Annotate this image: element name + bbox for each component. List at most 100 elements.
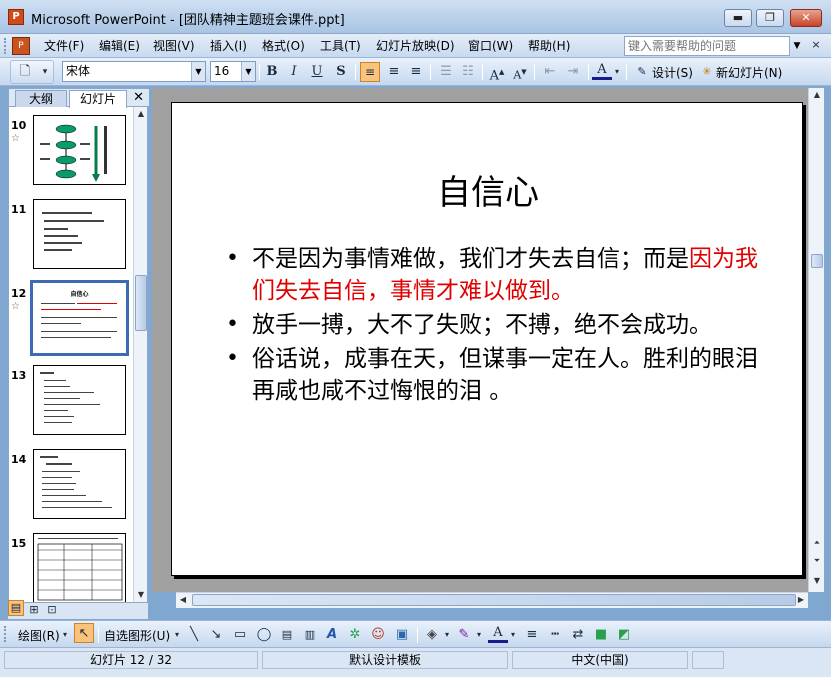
draw-menu-button[interactable]: 绘图(R): [18, 627, 60, 644]
arrow-style-icon[interactable]: ⇄: [568, 625, 588, 645]
toolbar-grip[interactable]: [4, 626, 8, 642]
wordart-icon[interactable]: A: [322, 625, 342, 645]
textbox-icon[interactable]: ▤: [277, 625, 297, 645]
menu-window[interactable]: 窗口(W): [466, 37, 515, 55]
previous-slide-icon[interactable]: ⏶: [810, 536, 824, 550]
select-pointer-icon[interactable]: ↖: [74, 623, 94, 643]
arrow-icon[interactable]: ↘: [206, 625, 226, 645]
font-color-icon[interactable]: A: [592, 62, 612, 80]
slide-body[interactable]: • 不是因为事情难做，我们才失去自信；而是因为我们失去自信，事情才难以做到。 •…: [224, 243, 764, 409]
normal-view-icon[interactable]: ▤: [8, 600, 24, 616]
align-right-icon[interactable]: ≡: [406, 62, 426, 82]
align-left-icon[interactable]: ≡: [360, 62, 380, 82]
increase-font-icon[interactable]: A▲: [487, 62, 507, 83]
rectangle-icon[interactable]: ▭: [230, 625, 250, 645]
fill-color-icon[interactable]: ◈: [422, 625, 442, 645]
chevron-down-icon[interactable]: ▼: [790, 37, 804, 55]
menu-view[interactable]: 视图(V): [151, 37, 197, 55]
slide-thumbnail-10[interactable]: [33, 115, 126, 185]
tab-slides[interactable]: 幻灯片: [69, 90, 127, 108]
picture-icon[interactable]: ▣: [392, 625, 412, 645]
maximize-button[interactable]: ❐: [756, 9, 784, 27]
menu-slideshow[interactable]: 幻灯片放映(D): [374, 37, 457, 55]
bullets-icon[interactable]: ☷: [458, 62, 478, 82]
menu-insert[interactable]: 插入(I): [208, 37, 249, 55]
scroll-right-icon[interactable]: ▶: [794, 593, 808, 607]
new-document-icon[interactable]: 🗋: [15, 62, 35, 82]
close-button[interactable]: ✕: [790, 9, 822, 27]
italic-button[interactable]: I: [284, 62, 304, 82]
line-style-icon[interactable]: ≡: [522, 625, 542, 645]
increase-indent-icon[interactable]: ⇥: [563, 62, 583, 82]
slide-thumbnail-11[interactable]: [33, 199, 126, 269]
shadow-style-icon[interactable]: ■: [591, 625, 611, 645]
numbering-icon[interactable]: ☰: [436, 62, 456, 82]
align-center-icon[interactable]: ≡: [384, 62, 404, 82]
slide-thumbnail-13[interactable]: [33, 365, 126, 435]
scroll-up-icon[interactable]: ▲: [810, 88, 824, 102]
menu-edit[interactable]: 编辑(E): [97, 37, 142, 55]
font-name-select[interactable]: 宋体 ▼: [62, 61, 206, 82]
underline-button[interactable]: U: [307, 62, 327, 82]
autoshapes-button[interactable]: 自选图形(U): [104, 627, 170, 644]
powerpoint-icon[interactable]: P: [8, 9, 24, 25]
clipart-icon[interactable]: ☺: [368, 625, 388, 645]
new-slide-button[interactable]: 新幻灯片(N): [716, 64, 782, 81]
slide-vertical-scrollbar[interactable]: ▲ ⏶ ⏷ ▼: [808, 88, 824, 592]
chevron-down-icon[interactable]: ▾: [172, 625, 182, 645]
chevron-down-icon[interactable]: ▾: [35, 62, 55, 82]
decrease-indent-icon[interactable]: ⇤: [540, 62, 560, 82]
thumbnail-scrollbar[interactable]: ▲ ▼: [133, 107, 147, 602]
shadow-button[interactable]: S: [331, 62, 351, 82]
document-icon[interactable]: P: [12, 37, 30, 55]
new-slide-icon[interactable]: ✳: [697, 62, 717, 82]
scroll-down-icon[interactable]: ▼: [810, 574, 824, 588]
font-size-select[interactable]: 16 ▼: [210, 61, 256, 82]
minimize-button[interactable]: ▬: [724, 9, 752, 27]
chevron-down-icon[interactable]: ▾: [474, 625, 484, 645]
close-icon[interactable]: ✕: [133, 89, 144, 106]
menu-format[interactable]: 格式(O): [260, 37, 307, 55]
scroll-thumb[interactable]: [135, 275, 147, 331]
design-button[interactable]: 设计(S): [652, 64, 693, 81]
slide-thumbnail-15[interactable]: [33, 533, 126, 602]
font-color-icon[interactable]: A: [488, 625, 508, 643]
scroll-thumb[interactable]: [811, 254, 823, 268]
next-slide-icon[interactable]: ⏷: [810, 554, 824, 568]
menu-tools[interactable]: 工具(T): [318, 37, 363, 55]
line-color-icon[interactable]: ✎: [454, 625, 474, 645]
scroll-up-icon[interactable]: ▲: [134, 107, 148, 121]
scroll-left-icon[interactable]: ◀: [176, 593, 190, 607]
slide-horizontal-scrollbar[interactable]: ◀ ▶: [176, 592, 808, 608]
vertical-textbox-icon[interactable]: ▥: [300, 625, 320, 645]
menu-help[interactable]: 帮助(H): [526, 37, 572, 55]
chevron-down-icon[interactable]: ▾: [508, 625, 518, 645]
chevron-down-icon[interactable]: ▾: [442, 625, 452, 645]
diagram-icon[interactable]: ✲: [345, 625, 365, 645]
slide-title[interactable]: 自信心: [172, 165, 804, 214]
chevron-down-icon[interactable]: ▾: [60, 625, 70, 645]
chevron-down-icon[interactable]: ▼: [191, 62, 205, 81]
line-icon[interactable]: ╲: [184, 625, 204, 645]
tab-outline[interactable]: 大纲: [15, 90, 67, 107]
slide-sorter-icon[interactable]: ⊞: [26, 600, 42, 620]
slide-thumbnail-12[interactable]: 自信心: [30, 280, 129, 356]
scroll-down-icon[interactable]: ▼: [134, 588, 148, 602]
dash-style-icon[interactable]: ┅: [545, 625, 565, 645]
3d-style-icon[interactable]: ◩: [614, 625, 634, 645]
toolbar-grip[interactable]: [4, 38, 8, 54]
design-icon[interactable]: ✎: [632, 62, 652, 82]
decrease-font-icon[interactable]: A▼: [510, 62, 530, 82]
help-search-input[interactable]: [624, 36, 790, 56]
current-slide[interactable]: 自信心 • 不是因为事情难做，我们才失去自信；而是因为我们失去自信，事情才难以做…: [171, 102, 803, 576]
chevron-down-icon[interactable]: ▼: [241, 62, 255, 81]
oval-icon[interactable]: ◯: [254, 625, 274, 645]
bold-button[interactable]: B: [262, 62, 282, 82]
design-template-name[interactable]: 默认设计模板: [262, 651, 508, 669]
scroll-thumb[interactable]: [192, 594, 796, 606]
slideshow-icon[interactable]: ⊡: [44, 600, 60, 620]
chevron-down-icon[interactable]: ▾: [612, 62, 622, 82]
document-close-icon[interactable]: ×: [808, 37, 824, 55]
menu-file[interactable]: 文件(F): [42, 37, 86, 55]
slide-thumbnail-14[interactable]: [33, 449, 126, 519]
